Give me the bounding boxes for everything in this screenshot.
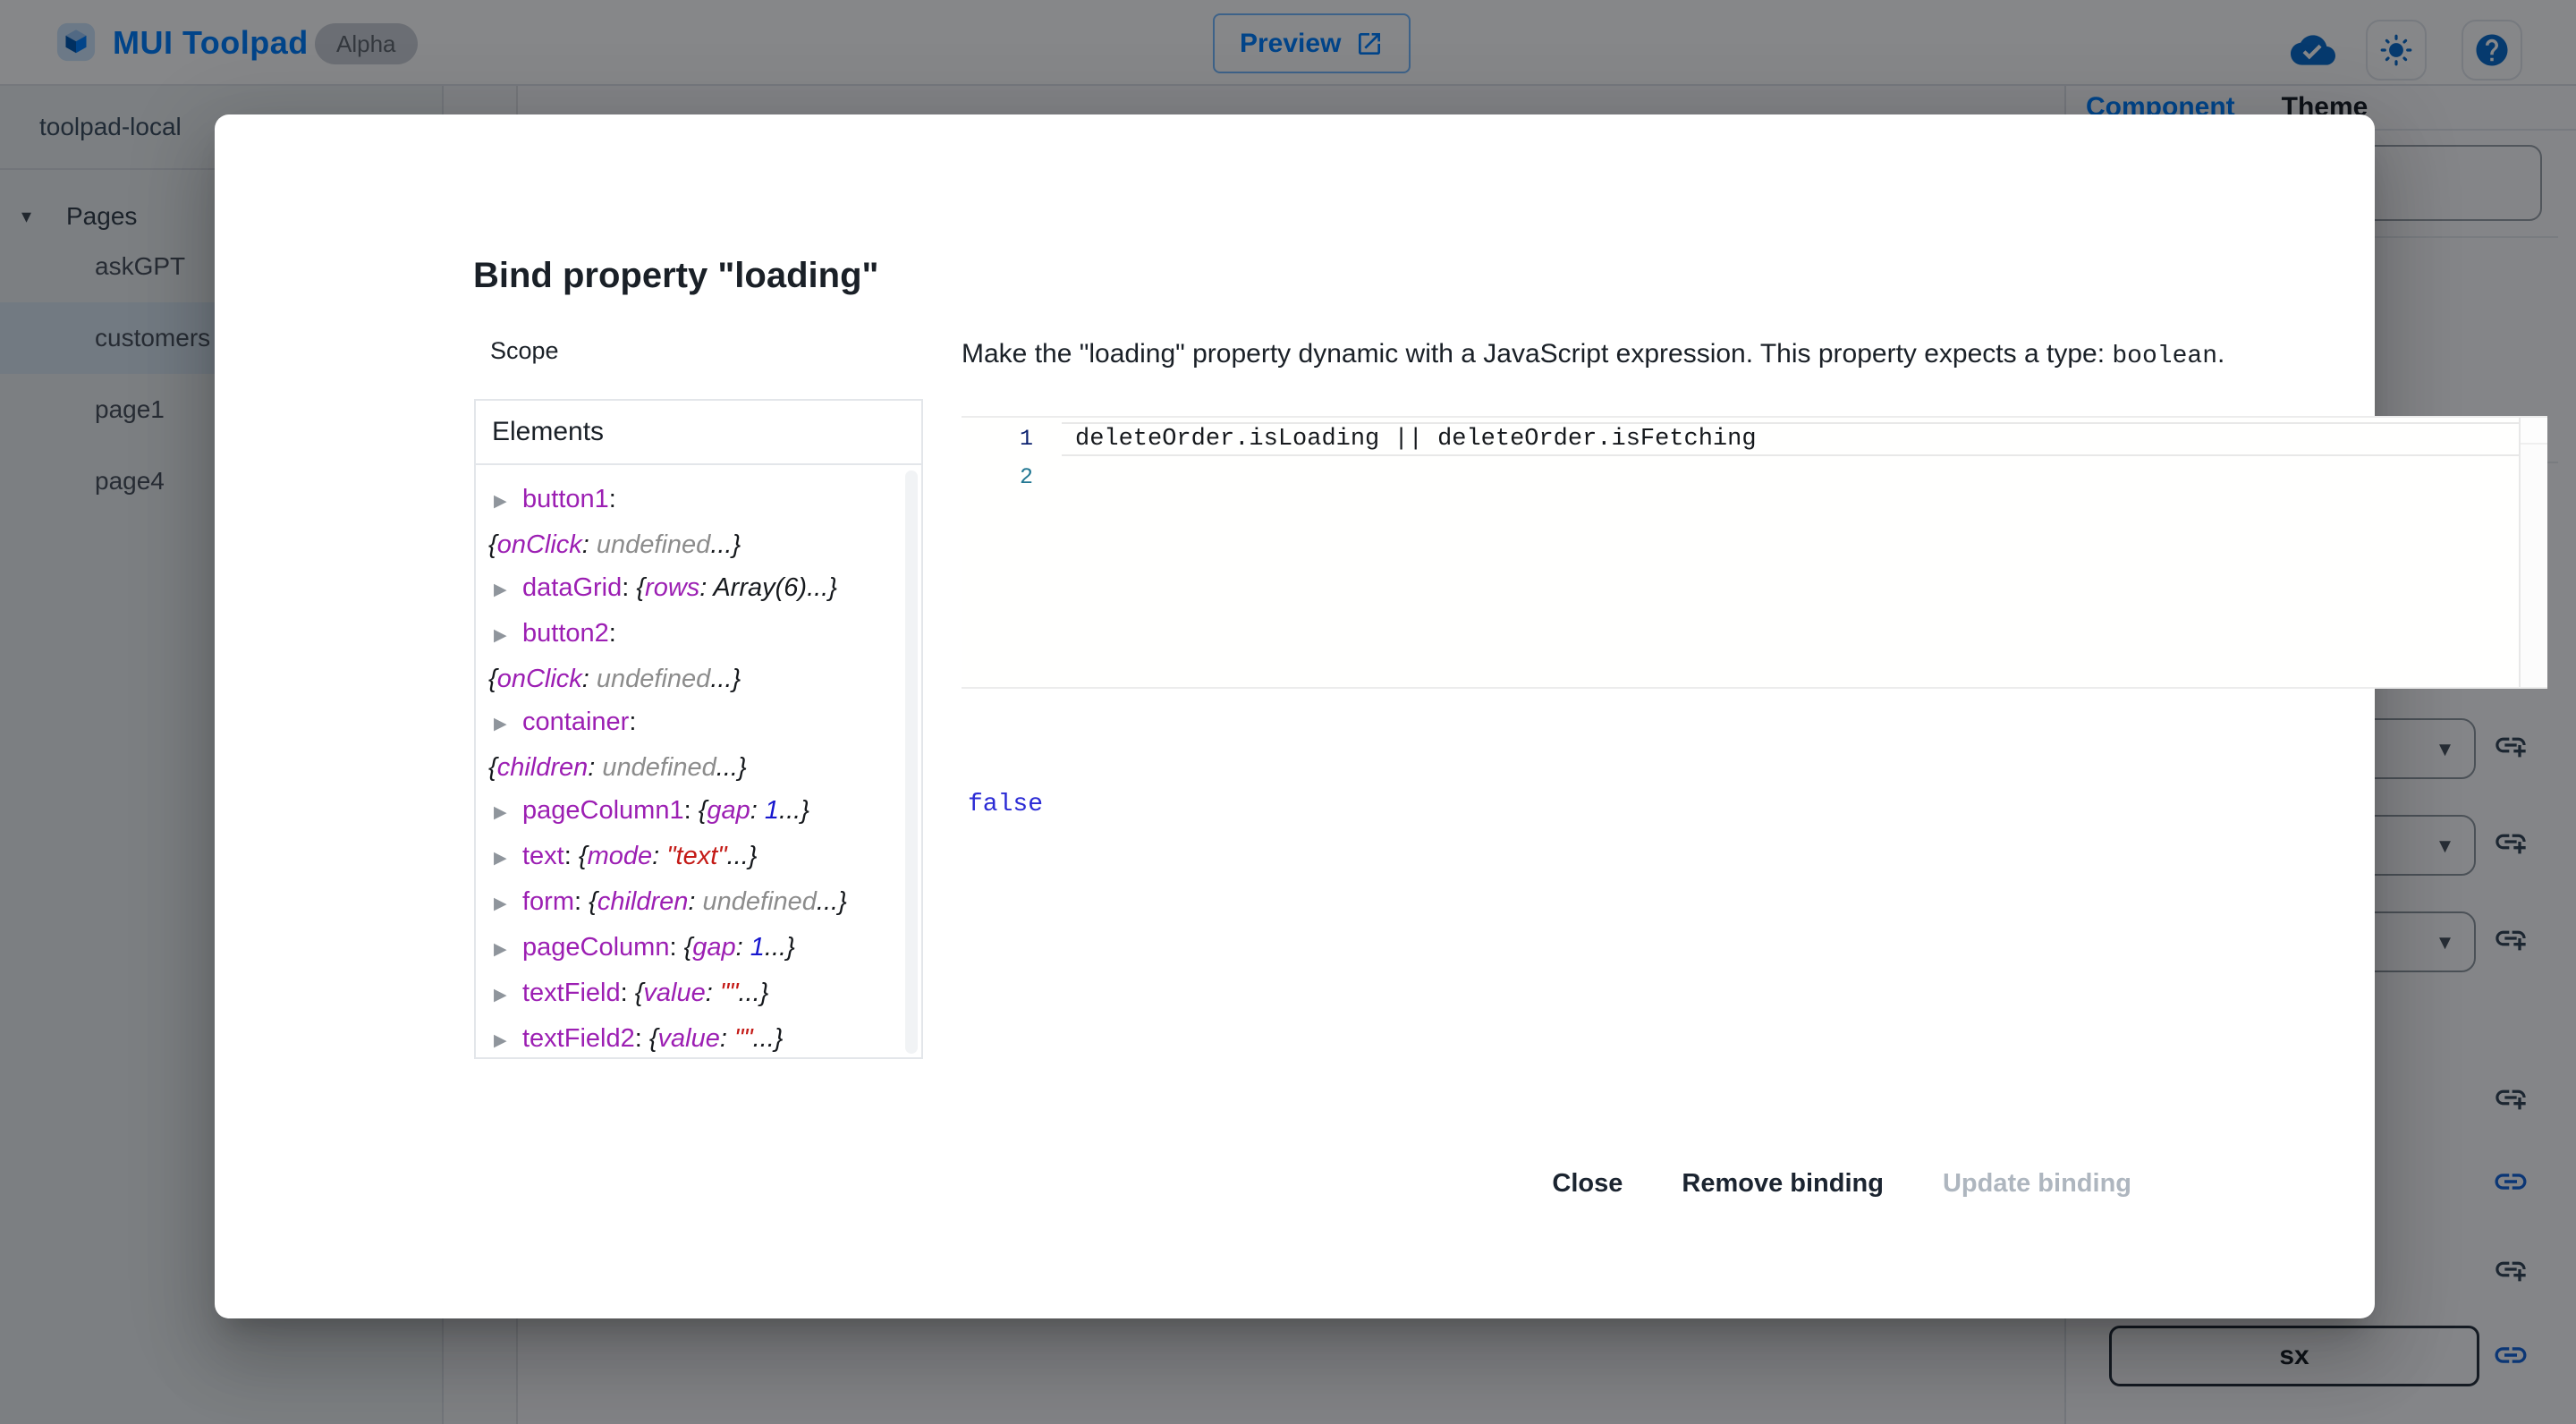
tree-item-text[interactable]: ▶text: {mode: "text"...}: [488, 835, 898, 880]
dialog-description: Make the "loading" property dynamic with…: [962, 339, 2554, 370]
expand-arrow-icon[interactable]: ▶: [494, 703, 522, 746]
tree-item-preview: {gap: 1...}: [699, 796, 809, 825]
expand-arrow-icon[interactable]: ▶: [494, 837, 522, 880]
expand-arrow-icon[interactable]: ▶: [494, 1020, 522, 1059]
description-period: .: [2217, 339, 2224, 369]
tree-item-name: pageColumn1: [522, 796, 684, 825]
tree-item-name: pageColumn: [522, 933, 669, 962]
js-expression-editor[interactable]: 1 2 deleteOrder.isLoading || deleteOrder…: [962, 416, 2547, 689]
tree-item-name: container: [522, 708, 629, 736]
tree-item-form[interactable]: ▶form: {children: undefined...}: [488, 880, 898, 926]
editor-gutter: 1 2: [962, 418, 1033, 495]
bind-property-dialog: Bind property "loading" Scope Elements ▶…: [215, 114, 2375, 1318]
tree-item-preview-line: {onClick: undefined...}: [488, 523, 898, 566]
evaluated-result: false: [968, 791, 1043, 818]
tree-item-preview: {value: ""...}: [635, 979, 769, 1007]
update-binding-button[interactable]: Update binding: [1923, 1157, 2151, 1211]
tree-item-name: text: [522, 842, 564, 870]
tree-item-preview: {children: undefined...}: [589, 887, 847, 916]
tree-item-preview-line: {onClick: undefined...}: [488, 657, 898, 700]
tree-item-pageColumn[interactable]: ▶pageColumn: {gap: 1...}: [488, 926, 898, 971]
elements-header: Elements: [476, 401, 921, 465]
tree-item-name: dataGrid: [522, 573, 622, 602]
dialog-actions: Close Remove binding Update binding: [1532, 1157, 2151, 1211]
toolpad-app: MUI Toolpad Alpha Preview: [0, 0, 2576, 1424]
remove-binding-button[interactable]: Remove binding: [1662, 1157, 1903, 1211]
tree-item-preview: {rows: Array(6)...}: [636, 573, 837, 602]
tree-item-preview: {children: undefined...}: [488, 753, 747, 782]
expand-arrow-icon[interactable]: ▶: [494, 615, 522, 657]
description-text: Make the "loading" property dynamic with…: [962, 339, 2112, 369]
tree-item-name: textField: [522, 979, 621, 1007]
expand-arrow-icon[interactable]: ▶: [494, 883, 522, 926]
line-number: 2: [962, 456, 1033, 495]
tree-item-dataGrid[interactable]: ▶dataGrid: {rows: Array(6)...}: [488, 566, 898, 612]
tree-item-name: button2: [522, 619, 609, 648]
line-number: 1: [962, 418, 1033, 456]
tree-item-preview: {mode: "text"...}: [579, 842, 758, 870]
tree-item-name: form: [522, 887, 574, 916]
editor-code[interactable]: deleteOrder.isLoading || deleteOrder.isF…: [1075, 418, 2517, 456]
tree-item-preview-line: {children: undefined...}: [488, 746, 898, 789]
tree-item-name: button1: [522, 485, 609, 513]
tree-item-preview: {onClick: undefined...}: [488, 665, 741, 693]
expand-arrow-icon[interactable]: ▶: [494, 792, 522, 835]
tree-item-pageColumn1[interactable]: ▶pageColumn1: {gap: 1...}: [488, 789, 898, 835]
expand-arrow-icon[interactable]: ▶: [494, 928, 522, 971]
expand-arrow-icon[interactable]: ▶: [494, 974, 522, 1017]
scrollbar[interactable]: [905, 470, 918, 1054]
tree-item-button2[interactable]: ▶button2:: [488, 612, 898, 657]
expand-arrow-icon[interactable]: ▶: [494, 569, 522, 612]
tree-item-button1[interactable]: ▶button1:: [488, 478, 898, 523]
tree-item-container[interactable]: ▶container:: [488, 700, 898, 746]
scope-label: Scope: [490, 337, 559, 365]
tree-item-preview: {gap: 1...}: [684, 933, 795, 962]
scope-elements-panel: Elements ▶button1: {onClick: undefined..…: [474, 399, 923, 1059]
tree-item-textField[interactable]: ▶textField: {value: ""...}: [488, 971, 898, 1017]
close-button[interactable]: Close: [1532, 1157, 1642, 1211]
dialog-title: Bind property "loading": [473, 256, 878, 296]
editor-scrollbar[interactable]: [2519, 418, 2547, 687]
tree-item-preview: {onClick: undefined...}: [488, 530, 741, 559]
editor-scrollbar-corner: [2521, 418, 2547, 445]
scope-tree: ▶button1: {onClick: undefined...}▶dataGr…: [476, 465, 921, 1059]
code-line: deleteOrder.isLoading || deleteOrder.isF…: [1075, 418, 2517, 456]
tree-item-preview: {value: ""...}: [649, 1024, 784, 1053]
tree-item-name: textField2: [522, 1024, 635, 1053]
expand-arrow-icon[interactable]: ▶: [494, 480, 522, 523]
description-type: boolean: [2112, 343, 2217, 370]
tree-item-textField2[interactable]: ▶textField2: {value: ""...}: [488, 1017, 898, 1059]
